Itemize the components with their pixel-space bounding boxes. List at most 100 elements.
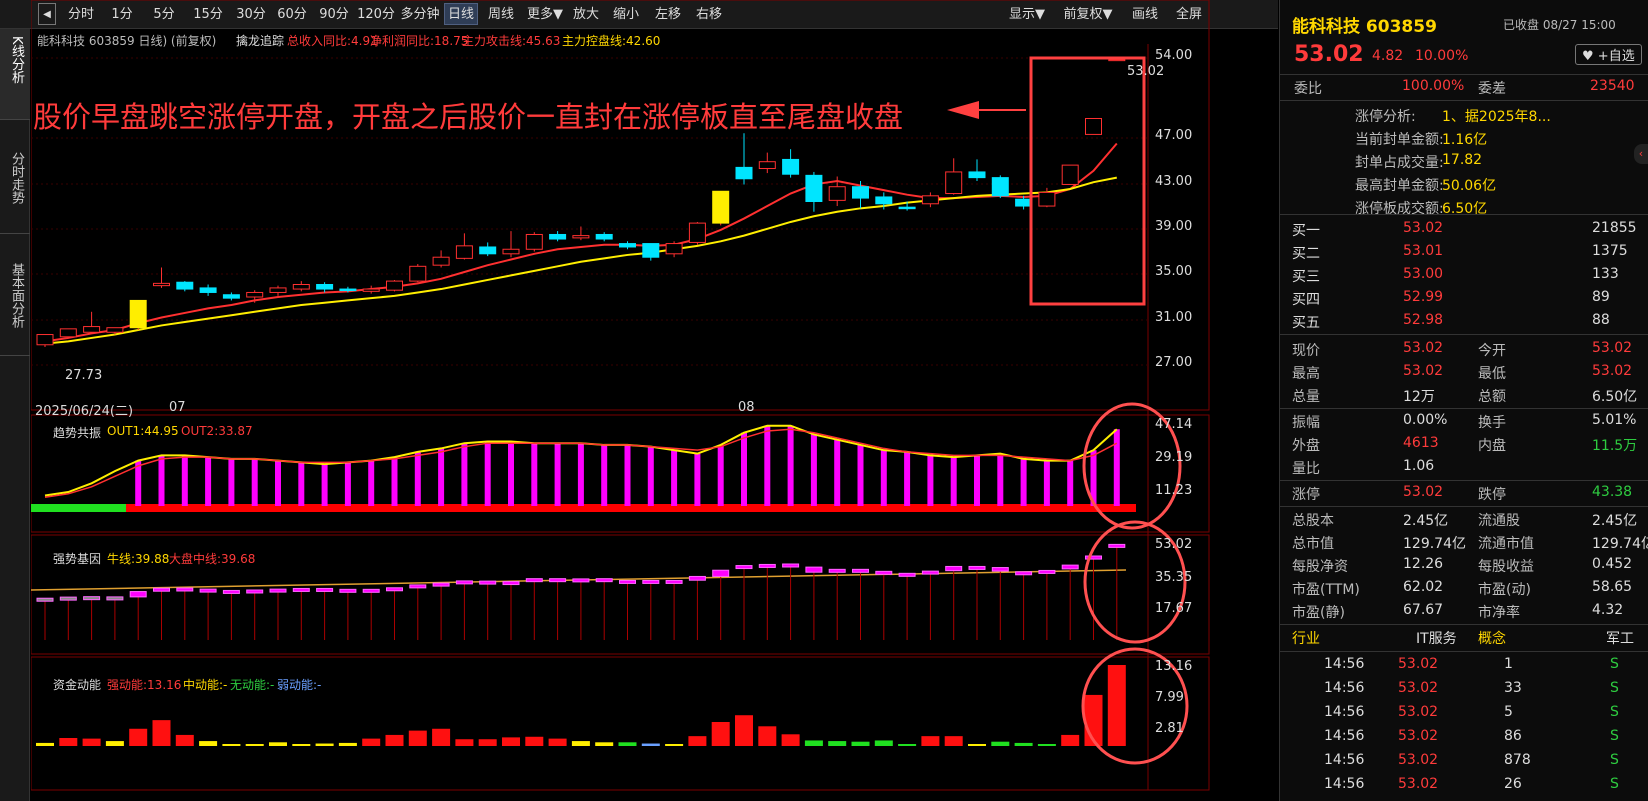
resonance-bar [787,425,794,506]
candle-body [362,288,380,292]
tick-cell: S [1610,680,1619,696]
candle-body [176,281,194,290]
chart-area: 能科科技 603859 日线) (前复权) 擒龙追踪 总收入同比:4.91 净利… [31,0,1278,801]
panel1-out1: OUT1:44.95 [107,424,179,438]
q4-row: 总市值129.74亿流通市值129.74亿 [1280,531,1648,554]
gene-box [688,575,706,581]
gene-box [409,584,427,589]
panel3-strong: 强动能:13.16 [107,678,182,692]
q4-row: 市盈(TTM) 62.02 市盈(动) 58.65 [1280,577,1648,600]
kline-yaxis-tick: 47.00 [1155,128,1193,143]
momentum-bar [199,741,218,746]
q2-cell: 量比 [1292,461,1320,477]
tick-row: 14:56 53.02 5 S [1280,702,1648,725]
candle-body [758,161,776,170]
momentum-bar [548,738,567,746]
momentum-bar [362,738,381,746]
gene-box [595,578,613,583]
tick-cell: 878 [1504,752,1531,768]
candle-body [199,287,217,293]
buy-cell: 买二 [1292,246,1320,262]
momentum-bar [781,734,800,746]
buy-cell: 133 [1592,266,1619,282]
momentum-bar [315,743,334,746]
side-expand-icon[interactable]: ‹ [1634,144,1648,164]
resonance-bar [904,451,911,506]
resonance-bar [461,443,468,506]
gene-box [432,582,450,587]
q4-cell: 129.74亿 [1403,536,1466,552]
q2-cell: 1.06 [1403,458,1435,474]
zt-cell: 涨停分析: [1355,109,1416,125]
resonance-bar [927,455,934,506]
gene-box [502,581,520,586]
gene-box [619,579,636,584]
candle-body [688,222,706,243]
resonance-bar [1043,460,1050,506]
candle-body [525,233,543,250]
panel1-yaxis-tick: 47.14 [1155,417,1193,432]
buy-cell: 53.00 [1403,266,1444,282]
momentum-bar [595,742,614,746]
resonance-bar [741,432,747,506]
gene-box [246,589,264,594]
tick-row: 14:56 53.02 1 S [1280,654,1648,677]
tick-cell: 14:56 [1324,680,1365,696]
resonance-bar [554,443,561,506]
q1-cell: 总量 [1292,389,1320,405]
momentum-bar [804,740,823,746]
momentum-bar [1107,665,1126,746]
q2-cell: 0.00% [1403,412,1448,428]
resonance-bar [764,425,771,506]
panel1-yaxis-tick: 29.19 [1155,450,1193,465]
buy-cell: 52.98 [1403,312,1444,328]
add-watchlist-button[interactable]: ♥ +自选 [1575,44,1642,65]
gene-box [665,579,683,584]
q4-cell: 市盈(动) [1478,582,1531,598]
panel2-yaxis-tick: 17.67 [1155,601,1193,616]
nav-fundamental[interactable]: 基本面分析 [0,236,30,356]
buy-cell: 1375 [1592,243,1628,259]
candle-body [852,186,869,199]
kline-yaxis-tick: 43.00 [1155,174,1193,189]
month-label-07: 07 [169,400,186,415]
candle-body [36,334,54,346]
resonance-bar [857,444,864,506]
gene-box [1038,569,1056,574]
resonance-bar [414,451,421,506]
stock-name: 能科科技 [1292,17,1360,37]
momentum-bar [385,734,404,746]
panel3-weak: 弱动能:- [277,678,322,692]
buy-cell: 53.01 [1403,243,1444,259]
annotation-arrowhead [947,101,979,119]
q4-cell: 总市值 [1292,536,1334,552]
section-divider [1280,480,1648,481]
q4-cell: 12.26 [1403,556,1444,572]
resonance-bar [321,464,328,506]
candle-body [339,288,357,292]
industry-cell: IT服务 [1416,631,1457,647]
q4-row: 每股净资 12.26 每股收益 0.452 [1280,554,1648,577]
q4-cell: 每股净资 [1292,559,1348,575]
nav-timeshare[interactable]: 分时走势 [0,122,30,234]
resonance-bar [228,458,235,506]
panel3-none: 无动能:- [230,678,275,692]
zt-cell: 封单占成交量: [1355,155,1444,171]
q4-cell: 市盈(静) [1292,605,1345,621]
momentum-bar [711,721,730,746]
resonance-bar [810,434,817,506]
gene-box [59,596,77,601]
zt-cell: 1、据2025年8... [1442,109,1551,125]
zt-row: 最高封单金额: 50.06亿 [1280,173,1648,196]
q4-cell: 2.45亿 [1403,513,1449,529]
weicha-label: 委差 [1478,81,1506,97]
panel3-title: 资金动能 [53,678,102,692]
resonance-bar [880,450,887,506]
candle-body [898,206,916,210]
candle-body [129,299,147,329]
momentum-bar [129,728,148,746]
resonance-bar [344,462,351,506]
gene-box [782,563,800,568]
momentum-bar [735,715,753,746]
panel2-market-line: 大盘中线:39.68 [169,552,256,566]
